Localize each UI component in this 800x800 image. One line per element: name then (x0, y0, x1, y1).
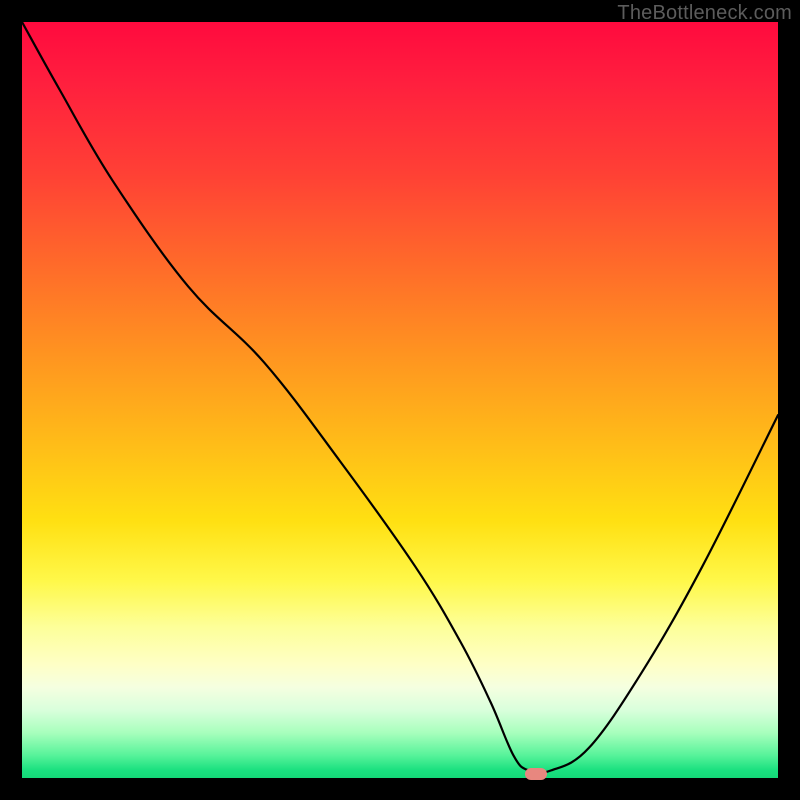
chart-frame (22, 22, 778, 778)
optimal-point-marker (525, 768, 547, 780)
bottleneck-curve (22, 22, 778, 778)
curve-path (22, 22, 778, 773)
